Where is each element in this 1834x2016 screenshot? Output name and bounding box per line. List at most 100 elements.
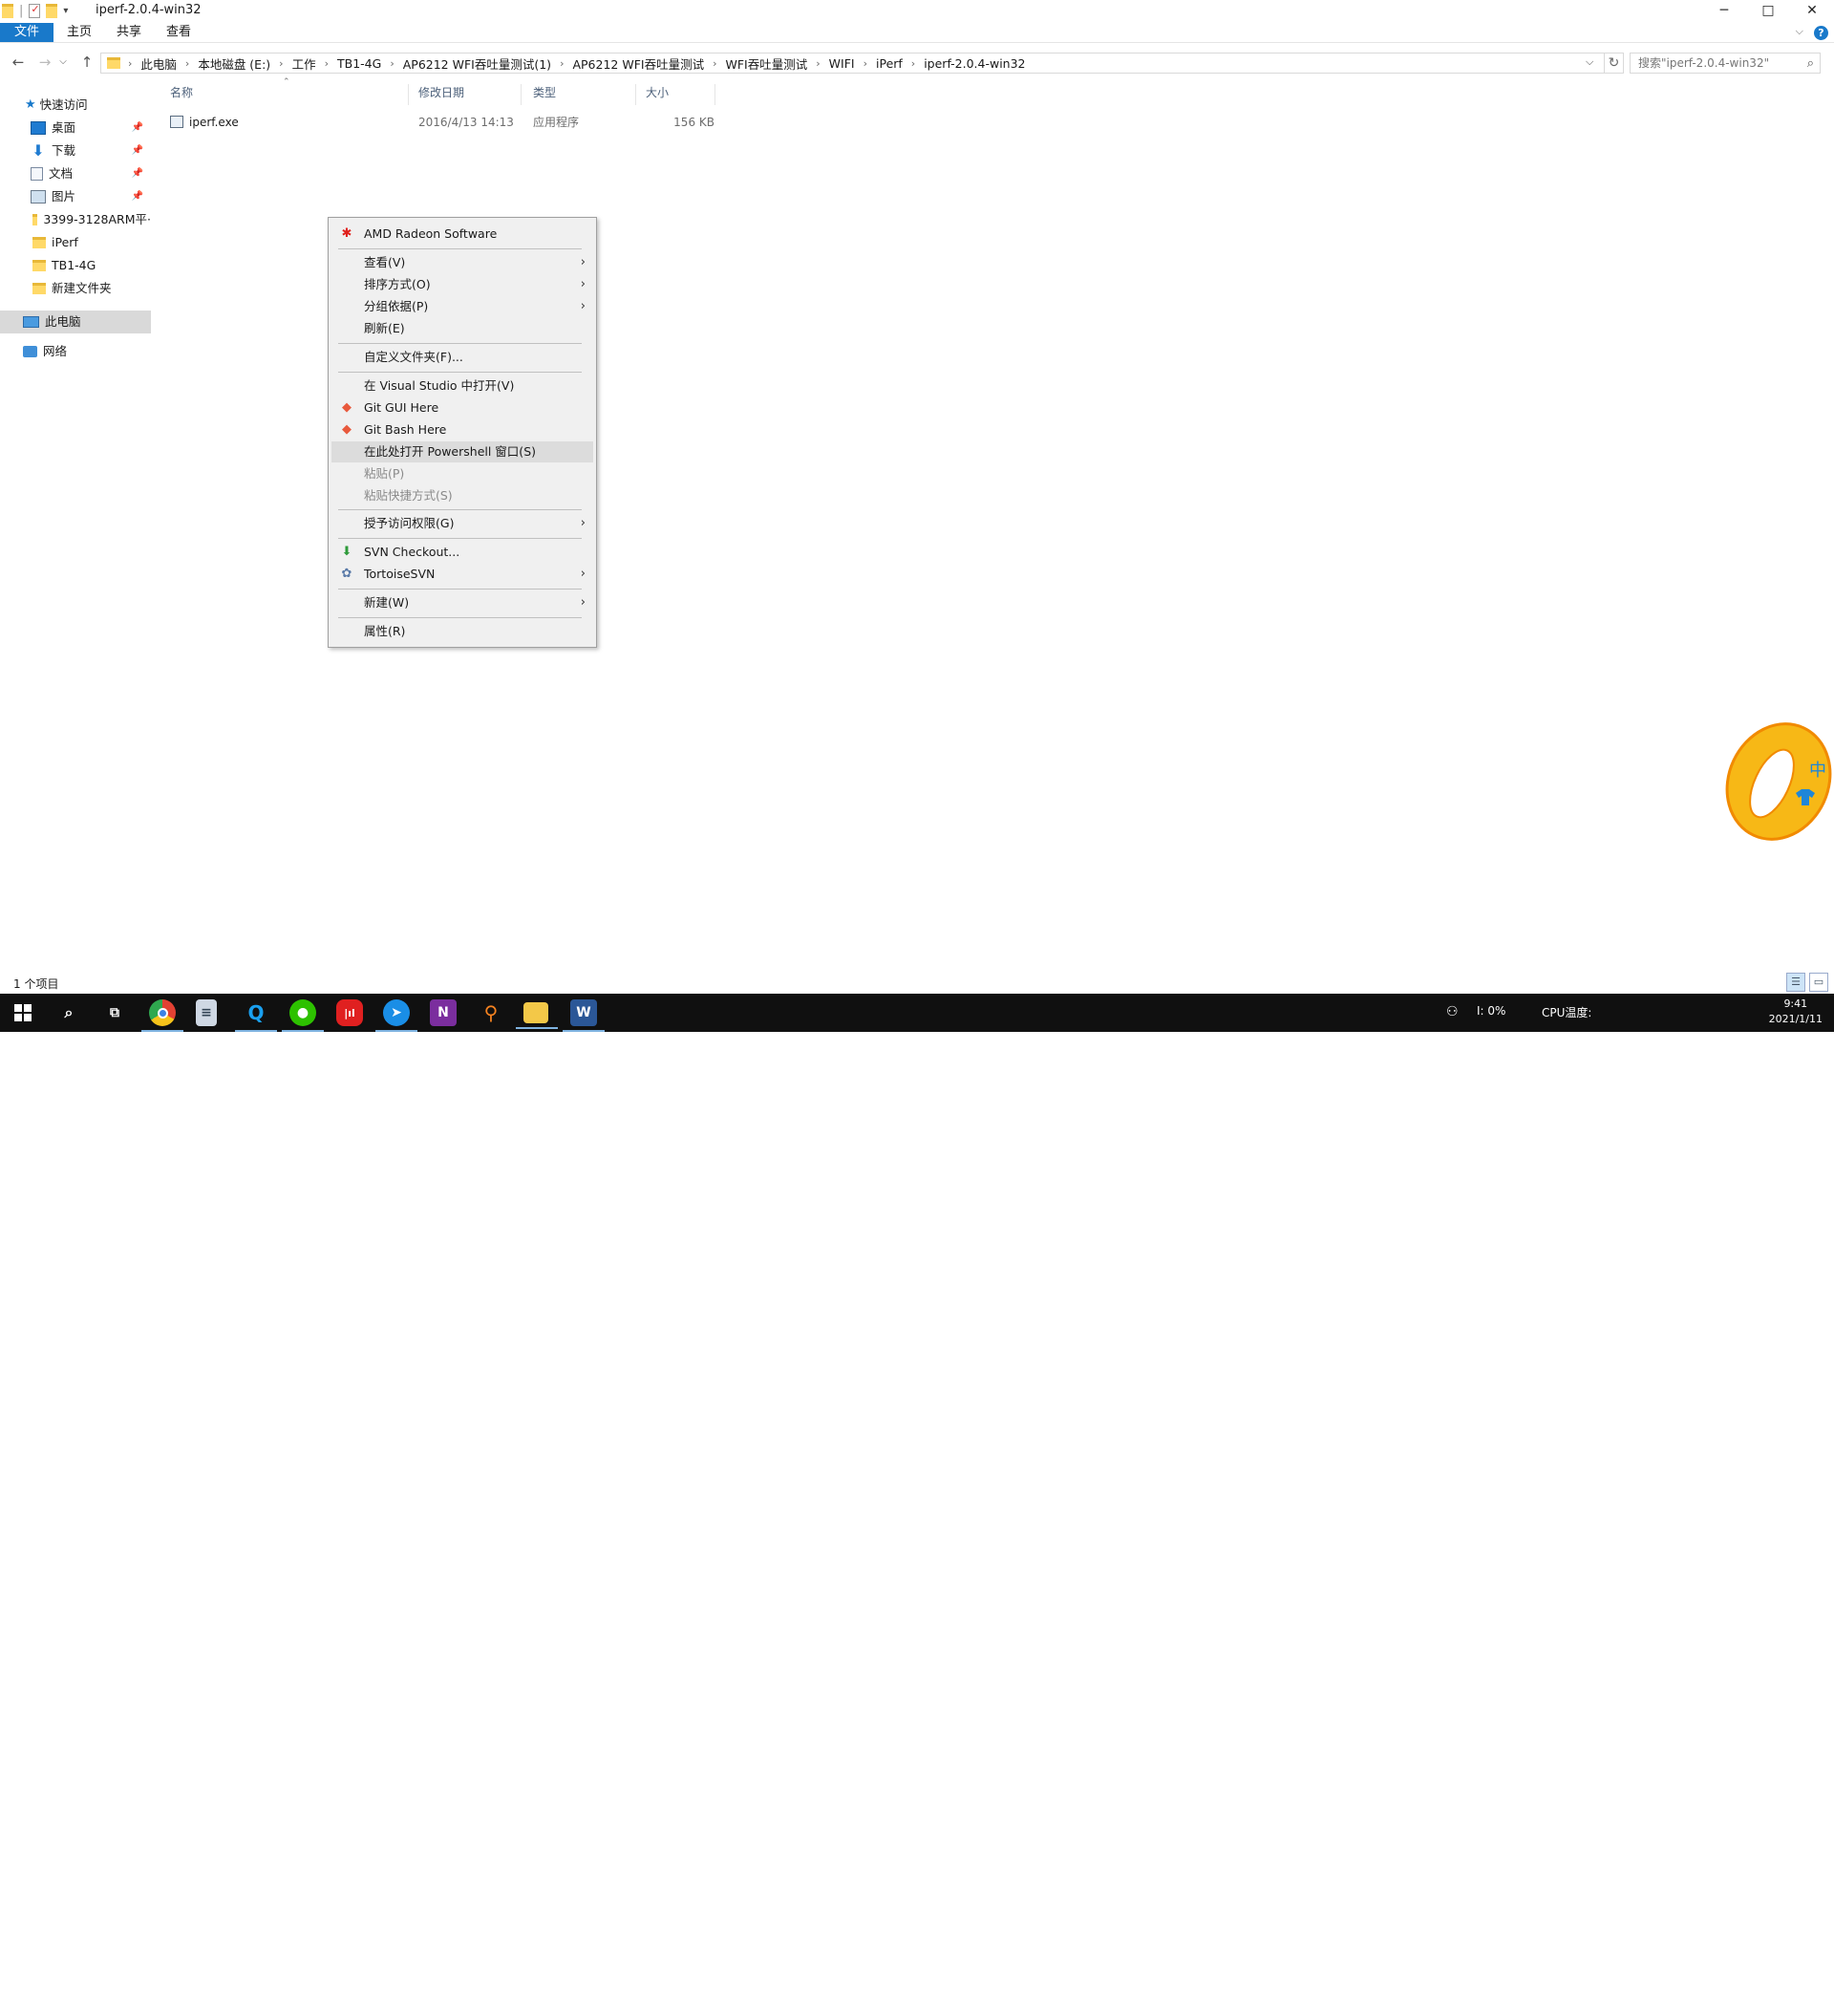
menu-item-group[interactable]: 分组依据(P) › [331, 296, 593, 317]
chevron-right-icon[interactable]: › [911, 57, 915, 70]
chevron-right-icon[interactable]: › [864, 57, 867, 70]
refresh-icon[interactable]: ↻ [1605, 53, 1624, 74]
chevron-right-icon[interactable]: › [325, 57, 329, 70]
column-divider[interactable] [714, 84, 715, 105]
task-view-icon[interactable]: ⧉ [101, 999, 128, 1026]
up-arrow-icon[interactable]: ↑ [76, 54, 97, 71]
sidebar-item-network[interactable]: 网络 [0, 340, 151, 363]
pin-icon[interactable]: 📌 [132, 162, 143, 185]
breadcrumb-tb1-4g[interactable]: TB1-4G [337, 56, 381, 71]
file-explorer-icon[interactable] [516, 1002, 558, 1029]
search-tool-icon[interactable]: ⚲ [478, 999, 504, 1026]
chevron-right-icon[interactable]: › [816, 57, 820, 70]
sidebar-item-this-pc[interactable]: 此电脑 [0, 311, 151, 333]
file-name[interactable]: iperf.exe [189, 113, 239, 132]
chevron-right-icon[interactable]: › [713, 57, 716, 70]
breadcrumb-this-pc[interactable]: 此电脑 [140, 54, 177, 73]
menu-item-properties[interactable]: 属性(R) [331, 621, 593, 642]
sidebar-quick-access[interactable]: ★ 快速访问 [0, 94, 151, 117]
chevron-right-icon[interactable]: › [185, 57, 189, 70]
forward-arrow-icon[interactable]: → [34, 54, 55, 71]
expand-ribbon-icon[interactable]: ⌵ [1796, 25, 1803, 38]
menu-item-open-vs[interactable]: 在 Visual Studio 中打开(V) [331, 375, 593, 397]
sidebar-item-new-folder[interactable]: 新建文件夹 [0, 277, 151, 300]
column-type[interactable]: 类型 [533, 82, 556, 103]
maximize-button[interactable]: □ [1746, 0, 1790, 21]
back-arrow-icon[interactable]: ← [8, 54, 29, 71]
minimize-button[interactable]: ─ [1702, 0, 1746, 21]
user-icon[interactable]: ⚇ [1446, 1004, 1459, 1019]
chevron-right-icon[interactable]: › [279, 57, 283, 70]
menu-item-refresh[interactable]: 刷新(E) [331, 318, 593, 339]
sidebar-item-documents[interactable]: 文档 📌 [0, 162, 151, 185]
column-size[interactable]: 大小 [646, 82, 669, 103]
music-app-icon[interactable]: |ıl [336, 999, 363, 1026]
menu-item-git-bash[interactable]: ◆ Git Bash Here [331, 419, 593, 440]
notepad-icon[interactable]: ≡ [196, 999, 217, 1026]
address-dropdown-icon[interactable]: ⌵ [1586, 55, 1593, 69]
tab-share[interactable]: 共享 [103, 23, 155, 42]
menu-item-customize[interactable]: 自定义文件夹(F)... [331, 347, 593, 368]
tab-file[interactable]: 文件 [0, 23, 53, 42]
customize-toolbar-icon[interactable]: ▾ [63, 6, 68, 16]
new-folder-icon[interactable] [46, 3, 58, 18]
search-input[interactable]: 搜索"iperf-2.0.4-win32" ⌕ [1630, 53, 1821, 74]
breadcrumb-work[interactable]: 工作 [292, 54, 316, 73]
breadcrumb-wfi-test[interactable]: WFI吞吐量测试 [726, 54, 808, 73]
menu-item-view[interactable]: 查看(V) › [331, 252, 593, 273]
help-icon[interactable]: ? [1814, 26, 1828, 40]
breadcrumb-wifi[interactable]: WIFI [829, 56, 855, 71]
sidebar-item-iperf[interactable]: iPerf [0, 231, 151, 254]
breadcrumb-ap6212-1[interactable]: AP6212 WFI吞吐量测试(1) [403, 54, 551, 73]
search-icon[interactable]: ⌕ [1807, 54, 1814, 74]
menu-item-powershell[interactable]: 在此处打开 Powershell 窗口(S) [331, 441, 593, 462]
address-bar[interactable]: › 此电脑 › 本地磁盘 (E:) › 工作 › TB1-4G › AP6212… [100, 53, 1605, 74]
sidebar-item-pictures[interactable]: 图片 📌 [0, 185, 151, 208]
menu-item-git-gui[interactable]: ◆ Git GUI Here [331, 397, 593, 418]
column-divider[interactable] [521, 84, 522, 105]
sidebar-item-tb1-4g[interactable]: TB1-4G [0, 254, 151, 277]
column-name[interactable]: 名称 [170, 82, 193, 103]
menu-item-new[interactable]: 新建(W) › [331, 592, 593, 613]
search-app-icon[interactable]: Q [235, 999, 277, 1032]
search-icon[interactable]: ⌕ [55, 999, 82, 1026]
pin-icon[interactable]: 📌 [132, 185, 143, 208]
recent-locations-icon[interactable]: ⌵ [57, 56, 69, 67]
word-icon[interactable]: W [563, 999, 605, 1032]
chevron-right-icon[interactable]: › [390, 57, 394, 70]
breadcrumb-drive-e[interactable]: 本地磁盘 (E:) [198, 54, 270, 73]
pin-icon[interactable]: 📌 [132, 139, 143, 162]
column-divider[interactable] [408, 84, 409, 105]
menu-item-paste-shortcut[interactable]: 粘贴快捷方式(S) [331, 485, 593, 506]
dingtalk-icon[interactable]: ➤ [375, 999, 417, 1032]
menu-item-tortoisesvn[interactable]: ✿ TortoiseSVN › [331, 564, 593, 585]
menu-item-svn-checkout[interactable]: ⬇ SVN Checkout... [331, 542, 593, 563]
ime-floating-ring[interactable]: 中 [1719, 718, 1832, 843]
sidebar-item-downloads[interactable]: ⬇ 下载 📌 [0, 139, 151, 162]
chevron-right-icon[interactable]: › [560, 57, 564, 70]
tab-home[interactable]: 主页 [53, 23, 105, 42]
column-date[interactable]: 修改日期 [418, 82, 464, 103]
sidebar-item-desktop[interactable]: 桌面 📌 [0, 117, 151, 139]
details-view-icon[interactable]: ☰ [1786, 973, 1805, 992]
pin-icon[interactable]: 📌 [132, 117, 143, 139]
clock[interactable]: 9:41 2021/1/11 [1769, 997, 1823, 1027]
breadcrumb-current[interactable]: iperf-2.0.4-win32 [924, 56, 1025, 71]
menu-item-sort[interactable]: 排序方式(O) › [331, 274, 593, 295]
wechat-icon[interactable]: ● [282, 999, 324, 1032]
chevron-right-icon[interactable]: › [128, 57, 132, 70]
menu-item-grant-access[interactable]: 授予访问权限(G) › [331, 513, 593, 534]
start-windows-icon[interactable] [10, 999, 36, 1026]
menu-item-paste[interactable]: 粘贴(P) [331, 463, 593, 484]
large-icons-view-icon[interactable]: ▭ [1809, 973, 1828, 992]
sidebar-item-3399[interactable]: 3399-3128ARM平· [0, 208, 151, 231]
chrome-icon[interactable] [141, 999, 183, 1032]
file-row[interactable]: iperf.exe 2016/4/13 14:13 应用程序 156 KB [170, 113, 714, 132]
onenote-icon[interactable]: N [430, 999, 457, 1026]
column-divider[interactable] [635, 84, 636, 105]
breadcrumb-iperf[interactable]: iPerf [876, 56, 903, 71]
properties-icon[interactable]: ✓ [29, 3, 41, 18]
breadcrumb-ap6212[interactable]: AP6212 WFI吞吐量测试 [572, 54, 704, 73]
close-button[interactable]: ✕ [1790, 0, 1834, 21]
tab-view[interactable]: 查看 [153, 23, 204, 42]
